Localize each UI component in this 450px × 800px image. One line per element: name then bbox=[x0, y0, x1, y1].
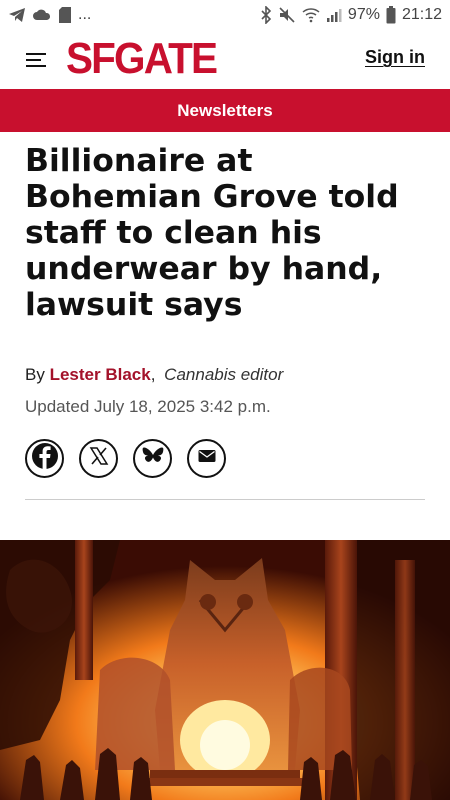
status-bar: ... 97% 21:12 bbox=[0, 0, 450, 30]
newsletters-banner[interactable]: Newsletters bbox=[0, 89, 450, 132]
email-icon bbox=[198, 449, 216, 468]
author-link[interactable]: Lester Black bbox=[50, 365, 151, 384]
byline: By Lester Black, Cannabis editor bbox=[25, 365, 284, 384]
updated-timestamp: Updated July 18, 2025 3:42 p.m. bbox=[25, 397, 271, 416]
sign-in-link[interactable]: Sign in bbox=[365, 47, 425, 68]
clock: 21:12 bbox=[401, 6, 442, 23]
sfgate-logo[interactable]: SFGATE bbox=[66, 36, 218, 82]
sd-card-icon bbox=[58, 6, 72, 24]
newsletters-label: Newsletters bbox=[177, 100, 273, 120]
telegram-icon bbox=[8, 7, 26, 23]
bluesky-share-button[interactable] bbox=[133, 439, 172, 478]
byline-prefix: By bbox=[25, 365, 45, 384]
facebook-share-button[interactable] bbox=[25, 439, 64, 478]
x-icon bbox=[89, 446, 109, 471]
hamburger-menu-icon[interactable] bbox=[26, 52, 48, 68]
bluetooth-icon bbox=[260, 6, 272, 24]
mute-icon bbox=[278, 6, 296, 24]
x-share-button[interactable] bbox=[79, 439, 118, 478]
article-hero-image[interactable] bbox=[0, 540, 450, 800]
email-share-button[interactable] bbox=[187, 439, 226, 478]
wifi-icon bbox=[302, 7, 320, 23]
share-buttons bbox=[25, 439, 226, 478]
facebook-icon bbox=[30, 441, 60, 476]
signal-icon bbox=[326, 7, 342, 23]
site-header: SFGATE Sign in bbox=[0, 30, 450, 90]
author-role: Cannabis editor bbox=[164, 365, 284, 384]
battery-icon bbox=[386, 6, 396, 24]
status-dots: ... bbox=[78, 6, 92, 23]
cloud-icon bbox=[32, 7, 52, 23]
divider bbox=[25, 499, 425, 500]
bluesky-icon bbox=[142, 446, 164, 471]
article-headline: Billionaire at Bohemian Grove told staff… bbox=[25, 143, 399, 323]
battery-percent: 97% bbox=[347, 6, 380, 23]
